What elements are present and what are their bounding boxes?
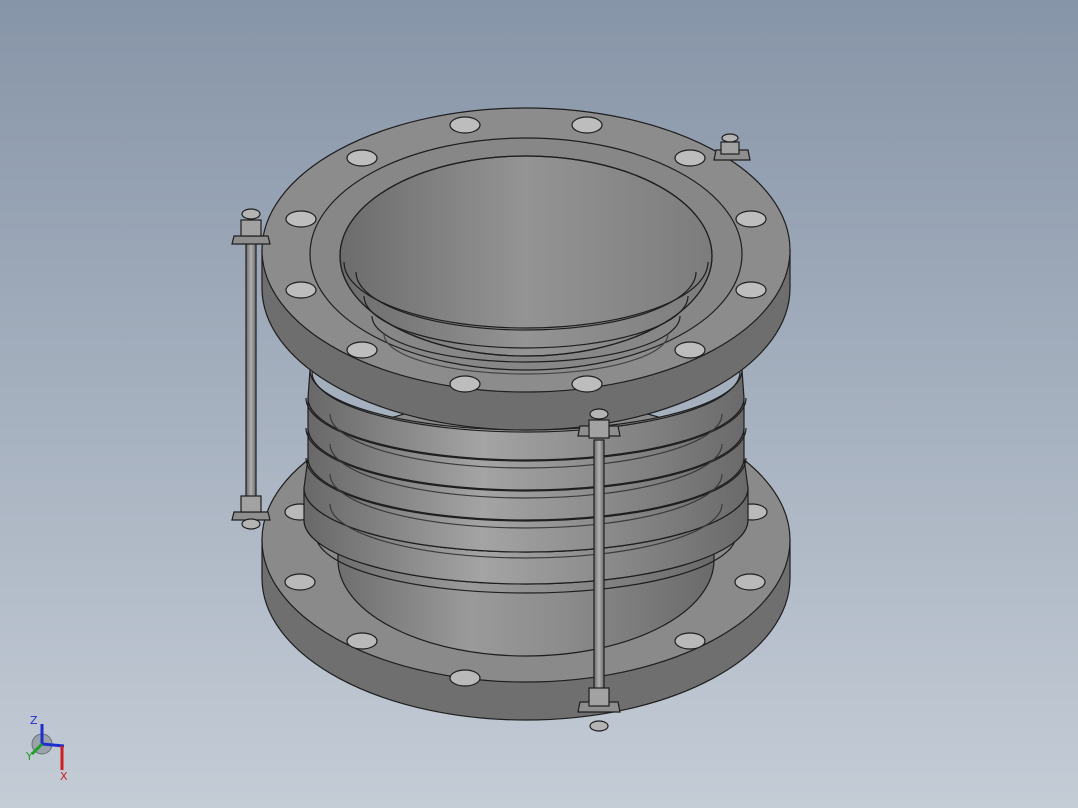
expansion-joint-model — [231, 107, 791, 732]
orientation-triad[interactable]: Z Y X — [22, 708, 82, 788]
flange-bore — [339, 155, 713, 357]
graphics-viewport[interactable]: Z Y X — [0, 0, 1078, 808]
x-axis-label: X — [60, 770, 68, 783]
z-axis-label: Z — [30, 714, 38, 727]
model-canvas[interactable] — [0, 0, 1078, 808]
top-flange — [261, 107, 791, 431]
y-axis-label: Y — [25, 750, 33, 763]
